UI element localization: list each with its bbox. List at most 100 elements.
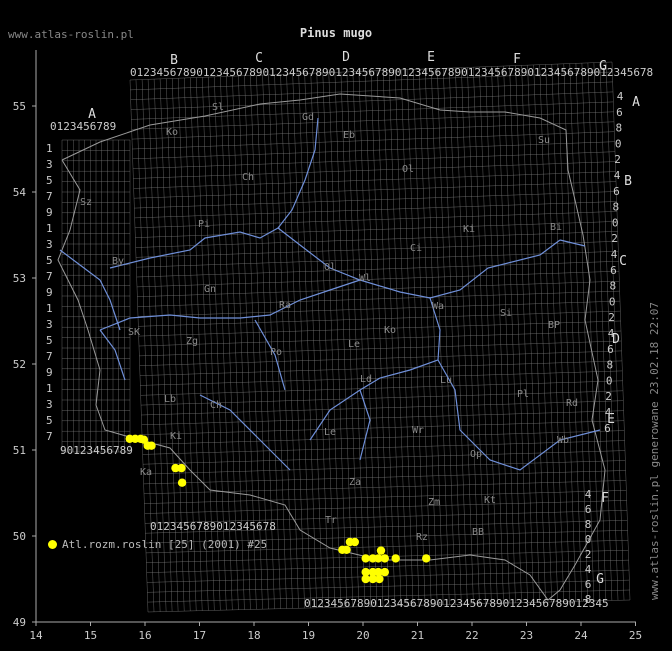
x-tick-label: 25: [629, 629, 642, 642]
digit-left: 1: [46, 222, 53, 235]
x-tick-label: 24: [574, 629, 588, 642]
region-code: Pi: [198, 219, 210, 230]
digit-right-bottom: 8: [585, 593, 592, 606]
grid-letter-right: B: [624, 174, 632, 189]
region-code: Le: [348, 339, 360, 350]
y-tick-label: 51: [13, 444, 26, 457]
region-code: Ki: [170, 431, 182, 442]
digit-left: 1: [46, 142, 53, 155]
region-code: Op: [470, 449, 482, 460]
digit-left: 9: [46, 206, 53, 219]
region-code: Ld: [360, 374, 372, 385]
region-code: Tr: [325, 515, 337, 526]
region-code: Wb: [557, 435, 569, 446]
digit-strip-top: 0123456789012345678901234567890123456789…: [130, 66, 653, 79]
y-tick-label: 50: [13, 530, 26, 543]
digit-left: 3: [46, 158, 53, 171]
region-code: Su: [538, 135, 550, 146]
digit-left: 3: [46, 238, 53, 251]
digit-left: 7: [46, 350, 53, 363]
occurrence-point: [391, 554, 400, 563]
region-code: Wa: [432, 301, 444, 312]
digit-left: 5: [46, 254, 53, 267]
y-tick-label: 53: [13, 272, 26, 285]
grid-letter-right: G: [596, 572, 604, 587]
region-code: Pl: [517, 389, 529, 400]
digit-right: 4: [617, 90, 624, 103]
digit-left: 7: [46, 190, 53, 203]
grid-letter-top: F: [513, 52, 521, 67]
x-tick-label: 21: [411, 629, 424, 642]
region-code: Kt: [484, 495, 496, 506]
region-code: Ch: [210, 400, 222, 411]
digit-right: 0: [612, 216, 619, 229]
region-code: Ra: [279, 300, 291, 311]
occurrence-point: [380, 567, 389, 577]
region-code: Po: [270, 347, 282, 358]
digit-right-bottom: 0: [585, 533, 592, 546]
x-tick-label: 15: [84, 629, 97, 642]
region-code: SK: [128, 327, 140, 338]
region-code: Wr: [412, 425, 424, 436]
region-code: Sl: [212, 102, 224, 113]
digit-right: 2: [614, 153, 621, 166]
occurrence-point: [342, 545, 351, 554]
region-code: Si: [500, 308, 512, 319]
region-code: BB: [472, 527, 484, 538]
digit-right: 2: [608, 311, 615, 324]
digit-right: 2: [605, 390, 612, 403]
digit-right: 6: [610, 264, 617, 277]
region-code: Rd: [566, 398, 578, 409]
region-code: Le: [324, 427, 336, 438]
digit-right: 4: [605, 406, 612, 419]
region-code: Rz: [416, 532, 428, 543]
y-tick-label: 49: [13, 616, 26, 629]
grid-letter-top: E: [427, 50, 435, 65]
digit-left: 5: [46, 414, 53, 427]
digit-left: 5: [46, 334, 53, 347]
digit-left: 3: [46, 318, 53, 331]
digit-left: 3: [46, 398, 53, 411]
digit-left: 9: [46, 366, 53, 379]
region-code: Ci: [410, 243, 422, 254]
digit-left: 1: [46, 302, 53, 315]
grid-letter-right: C: [619, 254, 627, 269]
digit-right: 8: [606, 359, 613, 372]
digit-right-bottom: 2: [585, 548, 592, 561]
occurrence-point: [422, 554, 431, 563]
region-code: Eb: [343, 130, 355, 141]
digit-right: 4: [608, 327, 615, 340]
x-tick-label: 20: [356, 629, 369, 642]
grid-letter-right: F: [601, 491, 609, 506]
digit-left: 5: [46, 174, 53, 187]
region-code: Sz: [80, 197, 92, 208]
digit-strip-bottom-mid: 0123456789012345678: [150, 520, 276, 533]
region-code: Lb: [164, 394, 176, 405]
digit-left: 1: [46, 382, 53, 395]
occurrence-point: [177, 463, 186, 473]
occurrence-point: [177, 478, 187, 487]
region-code: Ch: [242, 172, 254, 183]
digit-strip-bottom-a: 90123456789: [60, 444, 133, 457]
occurrence-point: [380, 554, 389, 563]
digit-strip-top-a: 0123456789: [50, 120, 116, 133]
digit-left: 7: [46, 430, 53, 443]
digit-right-bottom: 4: [585, 488, 592, 501]
occurrence-point: [376, 546, 386, 555]
region-code: Gn: [204, 284, 216, 295]
digit-right: 0: [615, 137, 622, 150]
digit-right: 6: [607, 343, 614, 356]
digit-right: 4: [611, 248, 618, 261]
region-code: Gd: [302, 112, 314, 123]
digit-right-bottom: 8: [585, 518, 592, 531]
x-tick-label: 17: [193, 629, 206, 642]
x-tick-label: 18: [247, 629, 260, 642]
y-tick-label: 52: [13, 358, 26, 371]
region-code: Ki: [463, 224, 475, 235]
x-tick-label: 23: [520, 629, 533, 642]
region-code: Bi: [550, 222, 562, 233]
region-code: Wl: [359, 273, 371, 284]
x-tick-label: 14: [29, 629, 43, 642]
region-code: Ol: [402, 164, 414, 175]
digit-right: 2: [611, 232, 618, 245]
